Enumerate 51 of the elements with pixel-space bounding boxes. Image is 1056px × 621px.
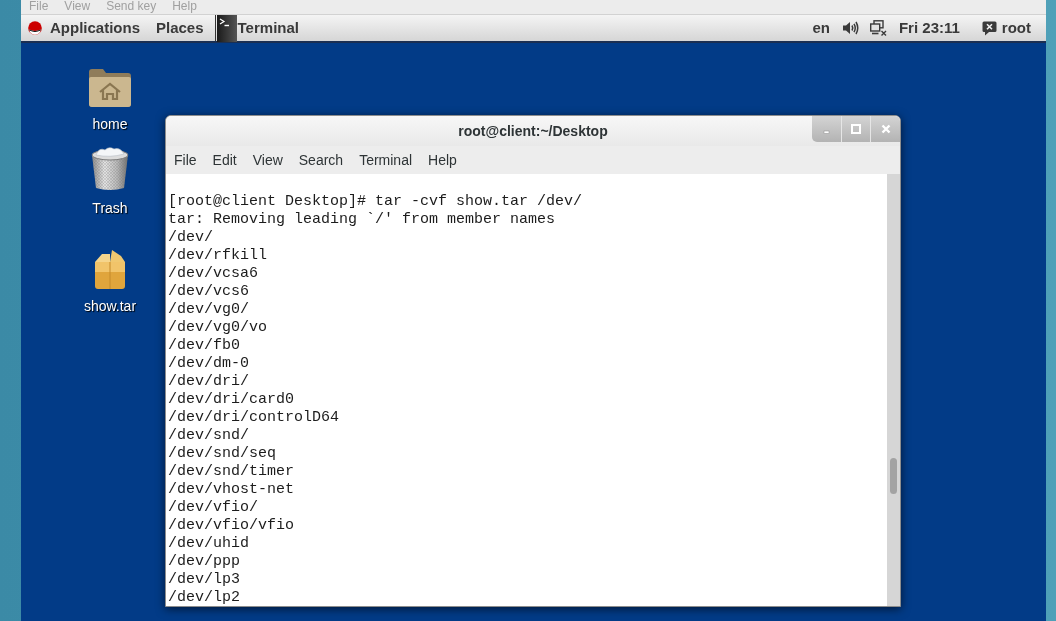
terminal-line: tar: Removing leading `/' from member names bbox=[168, 211, 556, 229]
terminal-line: /dev/ppp bbox=[168, 553, 240, 571]
terminal-line: /dev/rfkill bbox=[168, 247, 268, 265]
terminal-line: /dev/vcs6 bbox=[168, 283, 249, 301]
chat-icon[interactable] bbox=[981, 20, 997, 36]
maximize-icon bbox=[851, 124, 861, 134]
scrollbar-thumb[interactable] bbox=[890, 458, 897, 494]
terminal-line: /dev/snd/seq bbox=[168, 445, 277, 463]
volume-icon[interactable] bbox=[842, 21, 859, 35]
terminal-line: /dev/dri/controlD64 bbox=[168, 409, 340, 427]
terminal-line: /dev/lp2 bbox=[168, 589, 240, 606]
trash-icon[interactable] bbox=[90, 146, 130, 192]
terminal-line: /dev/snd/timer bbox=[168, 463, 295, 481]
archive-box-icon[interactable] bbox=[93, 248, 127, 290]
network-offline-icon[interactable] bbox=[869, 20, 887, 36]
terminal-line: /dev/vfio/vfio bbox=[168, 517, 295, 535]
desktop-icon-label[interactable]: Trash bbox=[92, 200, 128, 216]
menu-item[interactable]: View bbox=[252, 149, 283, 171]
menu-item[interactable]: Help bbox=[428, 149, 457, 171]
language-indicator[interactable]: en bbox=[812, 16, 830, 40]
terminal-line: /dev/ bbox=[168, 229, 213, 247]
taskbar-button[interactable]: Terminal bbox=[216, 14, 299, 42]
panel-menu[interactable]: Applications bbox=[50, 18, 140, 38]
scrollbar[interactable] bbox=[887, 174, 900, 606]
close-icon bbox=[880, 124, 891, 134]
terminal-line: /dev/fb0 bbox=[168, 337, 240, 355]
terminal-line: /dev/vhost-net bbox=[168, 481, 295, 499]
terminal-line: /dev/uhid bbox=[168, 535, 249, 553]
terminal-line: /dev/dri/card0 bbox=[168, 391, 295, 409]
terminal-line: /dev/vg0/ bbox=[168, 301, 249, 319]
terminal-icon bbox=[216, 14, 237, 42]
window-title: root@client:~/Desktop bbox=[457, 121, 609, 141]
terminal-line: /dev/lp3 bbox=[168, 571, 240, 589]
desktop-icon-label[interactable]: show.tar bbox=[83, 298, 137, 314]
terminal-line: /dev/vcsa6 bbox=[168, 265, 258, 283]
desktop-icon-label[interactable]: home bbox=[92, 116, 128, 132]
clock[interactable]: Fri 23:11 bbox=[898, 16, 960, 40]
terminal-line: /dev/vfio/ bbox=[168, 499, 258, 517]
terminal-line: /dev/vg0/vo bbox=[168, 319, 268, 337]
menu-item[interactable]: Search bbox=[298, 149, 344, 171]
menu-item[interactable]: Edit bbox=[212, 149, 237, 171]
home-folder-icon[interactable] bbox=[88, 68, 132, 108]
hat-icon bbox=[28, 21, 42, 35]
menu-item[interactable]: File bbox=[174, 149, 197, 171]
terminal-line: /dev/snd/ bbox=[168, 427, 249, 445]
user-menu[interactable]: root bbox=[981, 16, 1031, 40]
menu-item[interactable]: Terminal bbox=[359, 149, 413, 171]
panel-menu[interactable]: Places bbox=[156, 18, 204, 38]
terminal-line: /dev/dm-0 bbox=[168, 355, 249, 373]
terminal-line: /dev/dri/ bbox=[168, 373, 249, 391]
terminal-line: [root@client Desktop]# tar -cvf show.tar /dev/ bbox=[168, 193, 583, 211]
